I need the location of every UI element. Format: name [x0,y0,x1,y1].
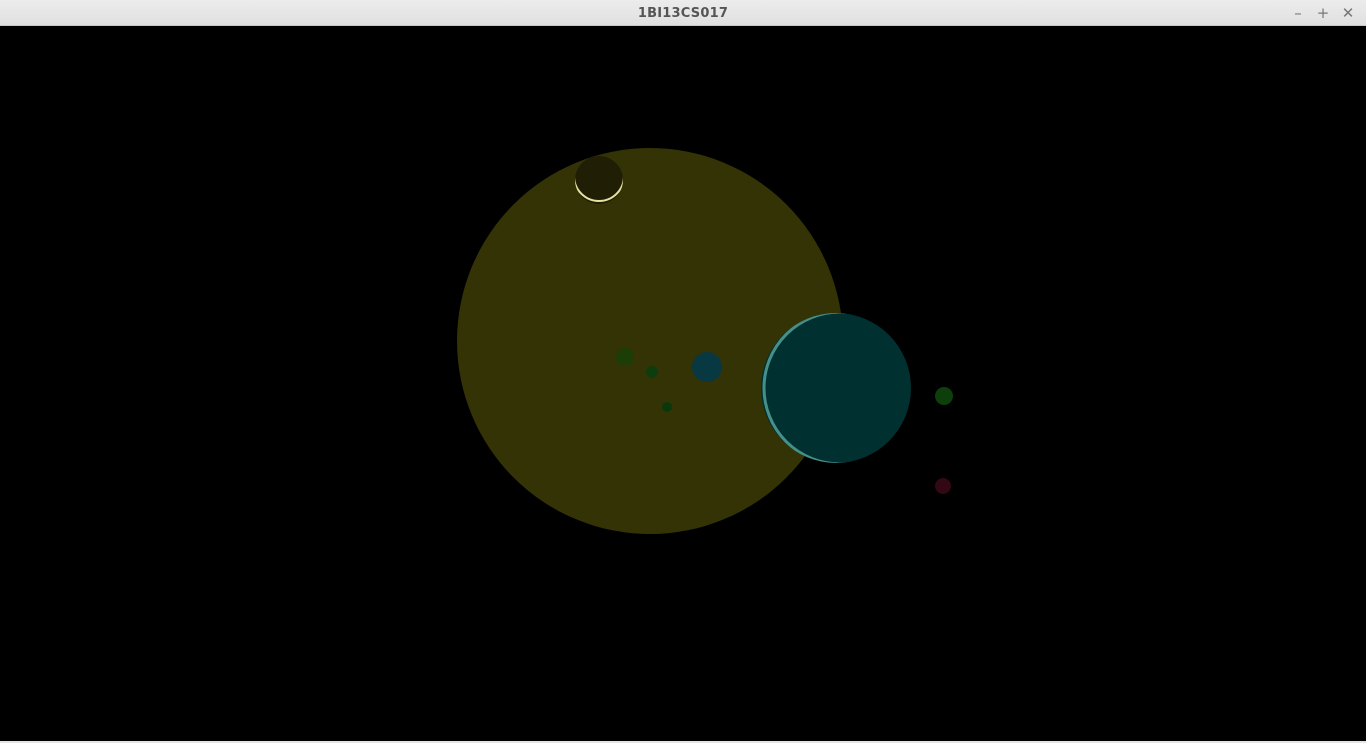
green-sphere-right [935,387,953,405]
maximize-icon[interactable]: + [1313,3,1333,23]
title-bar[interactable]: 1BI13CS017 – + ✕ [0,0,1366,26]
minimize-icon[interactable]: – [1288,3,1308,23]
small-teal-sphere [692,352,722,382]
small-green-sphere-c [662,402,672,412]
small-green-sphere-a [616,348,634,366]
close-icon[interactable]: ✕ [1338,3,1358,23]
window-controls: – + ✕ [1283,0,1358,26]
app-window: 1BI13CS017 – + ✕ [0,0,1366,743]
window-title: 1BI13CS017 [637,6,729,21]
render-viewport[interactable] [0,26,1366,741]
red-sphere-right [935,478,951,494]
small-green-sphere-b [646,366,658,378]
dark-moon-sphere [575,156,623,204]
scene-canvas [457,148,953,534]
